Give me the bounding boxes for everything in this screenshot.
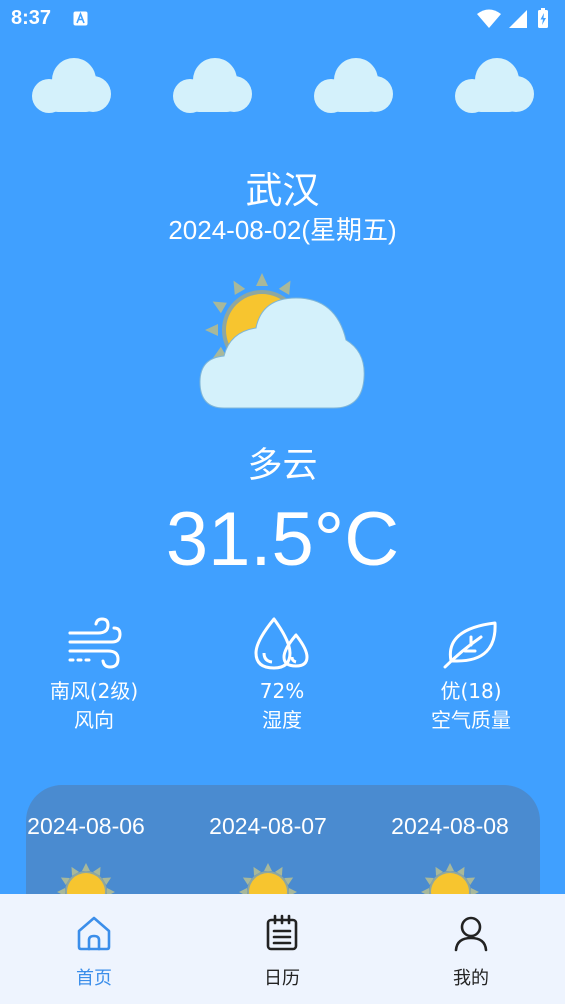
- cloud-icon: [455, 58, 534, 113]
- bottom-nav: 首页 日历 我的: [0, 894, 565, 1004]
- current-date: 2024-08-02(星期五): [168, 215, 397, 245]
- signal-icon: [509, 10, 527, 28]
- current-temperature: 31.5°C: [165, 497, 400, 582]
- air-quality-stat: 优(18) 空气质量: [377, 615, 565, 735]
- decorative-cloud-row: [0, 56, 565, 116]
- wind-stat: 南风(2级) 风向: [0, 615, 188, 735]
- humidity-stat: 72% 湿度: [188, 615, 376, 735]
- status-time: 8:37: [11, 7, 52, 29]
- wifi-icon: [477, 9, 501, 28]
- status-indicators: [477, 8, 548, 28]
- user-icon: [454, 916, 488, 952]
- wind-label: 风向: [74, 708, 114, 732]
- keyboard-app-icon: [73, 11, 88, 26]
- partly-cloudy-icon: [199, 273, 365, 409]
- forecast-date: 2024-08-06: [27, 813, 145, 839]
- city-name: 武汉: [245, 169, 320, 212]
- wind-icon: [68, 617, 122, 669]
- weather-description: 多云: [247, 446, 318, 486]
- cloud-icon: [32, 58, 111, 113]
- humidity-value: 72%: [259, 679, 305, 703]
- cloud-icon: [173, 58, 252, 113]
- humidity-icon: [254, 617, 309, 670]
- calendar-icon: [266, 914, 298, 951]
- nav-item-calendar[interactable]: 日历: [222, 914, 342, 990]
- home-icon: [77, 916, 111, 951]
- nav-label-calendar: 日历: [264, 968, 300, 989]
- forecast-date: 2024-08-08: [391, 813, 509, 839]
- nav-label-home: 首页: [76, 968, 112, 989]
- nav-item-profile[interactable]: 我的: [411, 914, 531, 990]
- battery-icon: [538, 8, 548, 28]
- forecast-date: 2024-08-07: [209, 813, 327, 839]
- status-bar: 8:37: [0, 0, 565, 38]
- humidity-label: 湿度: [262, 708, 302, 732]
- nav-item-home[interactable]: 首页: [34, 914, 154, 990]
- nav-label-profile: 我的: [453, 968, 489, 989]
- wind-value: 南风(2级): [49, 679, 139, 703]
- cloud-icon: [314, 58, 393, 113]
- air-quality-label: 空气质量: [431, 708, 511, 732]
- air-quality-value: 优(18): [440, 679, 502, 703]
- leaf-icon: [443, 621, 497, 669]
